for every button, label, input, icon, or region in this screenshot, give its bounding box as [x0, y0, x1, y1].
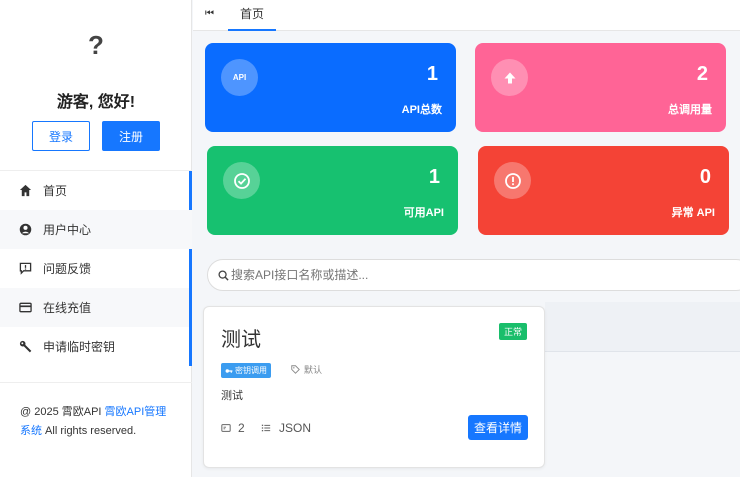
stat-card-abnormal-api: 0 异常 API [478, 146, 729, 235]
sidebar-item-feedback[interactable]: 问题反馈 [0, 249, 192, 288]
stat-label: API总数 [401, 104, 442, 116]
view-details-button[interactable]: 查看详情 [468, 415, 528, 440]
sidebar-item-user-center[interactable]: 用户中心 [0, 210, 192, 249]
stat-value: 0 [699, 166, 711, 188]
tag-icon [291, 365, 300, 374]
footer-suffix: All rights reserved. [42, 425, 137, 437]
response-format: JSON [261, 421, 311, 435]
stat-card-available-api: 1 可用API [207, 146, 458, 235]
check-circle-icon [223, 162, 260, 199]
stat-label: 异常 API [671, 207, 715, 219]
api-description: 测试 [221, 390, 243, 402]
stat-label: 可用API [403, 207, 444, 219]
avatar: ? [88, 30, 104, 60]
greeting: 游客, 您好! [56, 94, 136, 111]
sidebar-item-temp-key[interactable]: 申请临时密钥 [0, 327, 192, 366]
sidebar-item-label: 用户中心 [43, 223, 92, 237]
tab-home[interactable]: 首页 [228, 0, 276, 31]
sidebar-item-label: 问题反馈 [43, 262, 92, 276]
sidebar-item-home[interactable]: 首页 [0, 171, 192, 210]
list-icon [261, 423, 271, 433]
register-button[interactable]: 注册 [102, 121, 160, 151]
feedback-icon [18, 262, 32, 276]
status-badge: 正常 [498, 323, 527, 340]
key-icon [225, 367, 233, 375]
stat-card-total-calls: 2 总调用量 [475, 43, 726, 132]
search-input[interactable] [231, 268, 711, 282]
stat-value: 1 [428, 166, 440, 188]
stat-value: 1 [426, 63, 438, 85]
tab-bar: ⏮ 首页 [193, 0, 740, 31]
category-tag: 默认 [291, 363, 322, 376]
home-icon [18, 184, 32, 198]
sidebar-nav: 首页 用户中心 问题反馈 在线充值 申请临时密钥 [0, 170, 192, 366]
upload-arrow-icon [491, 59, 528, 96]
footer: @ 2025 霄欧API 霄欧API管理系统 All rights reserv… [0, 382, 192, 441]
content-band [545, 302, 740, 352]
alert-circle-icon [494, 162, 531, 199]
card-icon [18, 301, 32, 315]
call-count-icon [221, 423, 231, 433]
footer-prefix: @ 2025 霄欧API [20, 406, 105, 418]
sidebar-item-label: 在线充值 [43, 301, 92, 315]
login-button[interactable]: 登录 [32, 121, 90, 151]
api-title: 测试 [221, 329, 261, 351]
api-card: 测试 正常 密钥调用 默认 测试 2 JSON 查看详情 [203, 306, 545, 468]
sidebar-item-label: 首页 [43, 184, 68, 198]
user-icon [18, 223, 32, 237]
call-count: 2 [221, 421, 245, 435]
stat-card-api-total: API 1 API总数 [205, 43, 456, 132]
stat-value: 2 [696, 63, 708, 85]
sidebar: ? 游客, 您好! 登录 注册 首页 用户中心 问题反馈 在线充值 申请临时密钥… [0, 0, 192, 477]
sidebar-item-recharge[interactable]: 在线充值 [0, 288, 192, 327]
search-icon [218, 269, 229, 281]
sidebar-item-label: 申请临时密钥 [43, 340, 116, 354]
tab-prev-icon[interactable]: ⏮ [205, 8, 214, 19]
api-icon: API [221, 59, 258, 96]
auth-tag: 密钥调用 [221, 363, 271, 378]
key-icon [18, 340, 32, 354]
search-bar [207, 259, 740, 291]
stat-label: 总调用量 [668, 104, 712, 116]
